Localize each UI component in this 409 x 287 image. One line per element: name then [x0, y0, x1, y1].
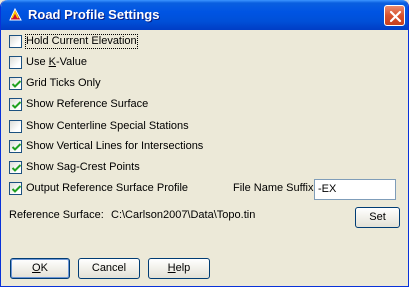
app-icon: [8, 7, 23, 22]
checkbox-label: Show Centerline Special Stations: [26, 120, 189, 132]
checkbox-box[interactable]: [9, 120, 22, 133]
reference-surface-label: Reference Surface:: [9, 209, 104, 221]
title-bar[interactable]: Road Profile Settings: [1, 0, 408, 30]
close-icon: [389, 10, 402, 23]
checkbox-box[interactable]: [9, 77, 22, 90]
file-name-suffix-label: File Name Suffix:: [233, 182, 317, 194]
checkmark-icon: [11, 101, 22, 109]
ok-button[interactable]: OK: [10, 258, 70, 279]
file-name-suffix-input[interactable]: -EX: [314, 179, 396, 200]
checkbox-box[interactable]: [9, 98, 22, 111]
checkbox-box[interactable]: [9, 161, 22, 174]
close-button[interactable]: [384, 5, 405, 26]
checkmark-icon: [11, 185, 22, 193]
reference-surface-path: C:\Carlson2007\Data\Topo.tin: [111, 209, 256, 221]
checkbox-box[interactable]: [9, 182, 22, 195]
window-title: Road Profile Settings: [28, 7, 160, 22]
checkbox-box[interactable]: [9, 140, 22, 153]
checkbox-box[interactable]: [9, 35, 22, 48]
checkmark-icon: [11, 80, 22, 88]
checkbox-label: Show Reference Surface: [26, 98, 149, 110]
checkbox-label: Output Reference Surface Profile: [26, 182, 189, 194]
checkmark-icon: [11, 143, 22, 151]
checkbox-box[interactable]: [9, 56, 22, 69]
checkbox-label: Hold Current Elevation: [25, 34, 138, 49]
checkmark-icon: [11, 164, 22, 172]
dialog-window: Road Profile Settings Hold Current Eleva…: [0, 0, 409, 287]
checkbox-label: Show Vertical Lines for Intersections: [26, 140, 204, 152]
cancel-button[interactable]: Cancel: [78, 258, 140, 279]
checkbox-label: Show Sag-Crest Points: [26, 161, 140, 173]
set-button[interactable]: Set: [355, 207, 400, 228]
checkbox-label: Use K-Value: [26, 56, 87, 68]
checkbox-label: Grid Ticks Only: [26, 77, 101, 89]
help-button[interactable]: Help: [148, 258, 210, 279]
